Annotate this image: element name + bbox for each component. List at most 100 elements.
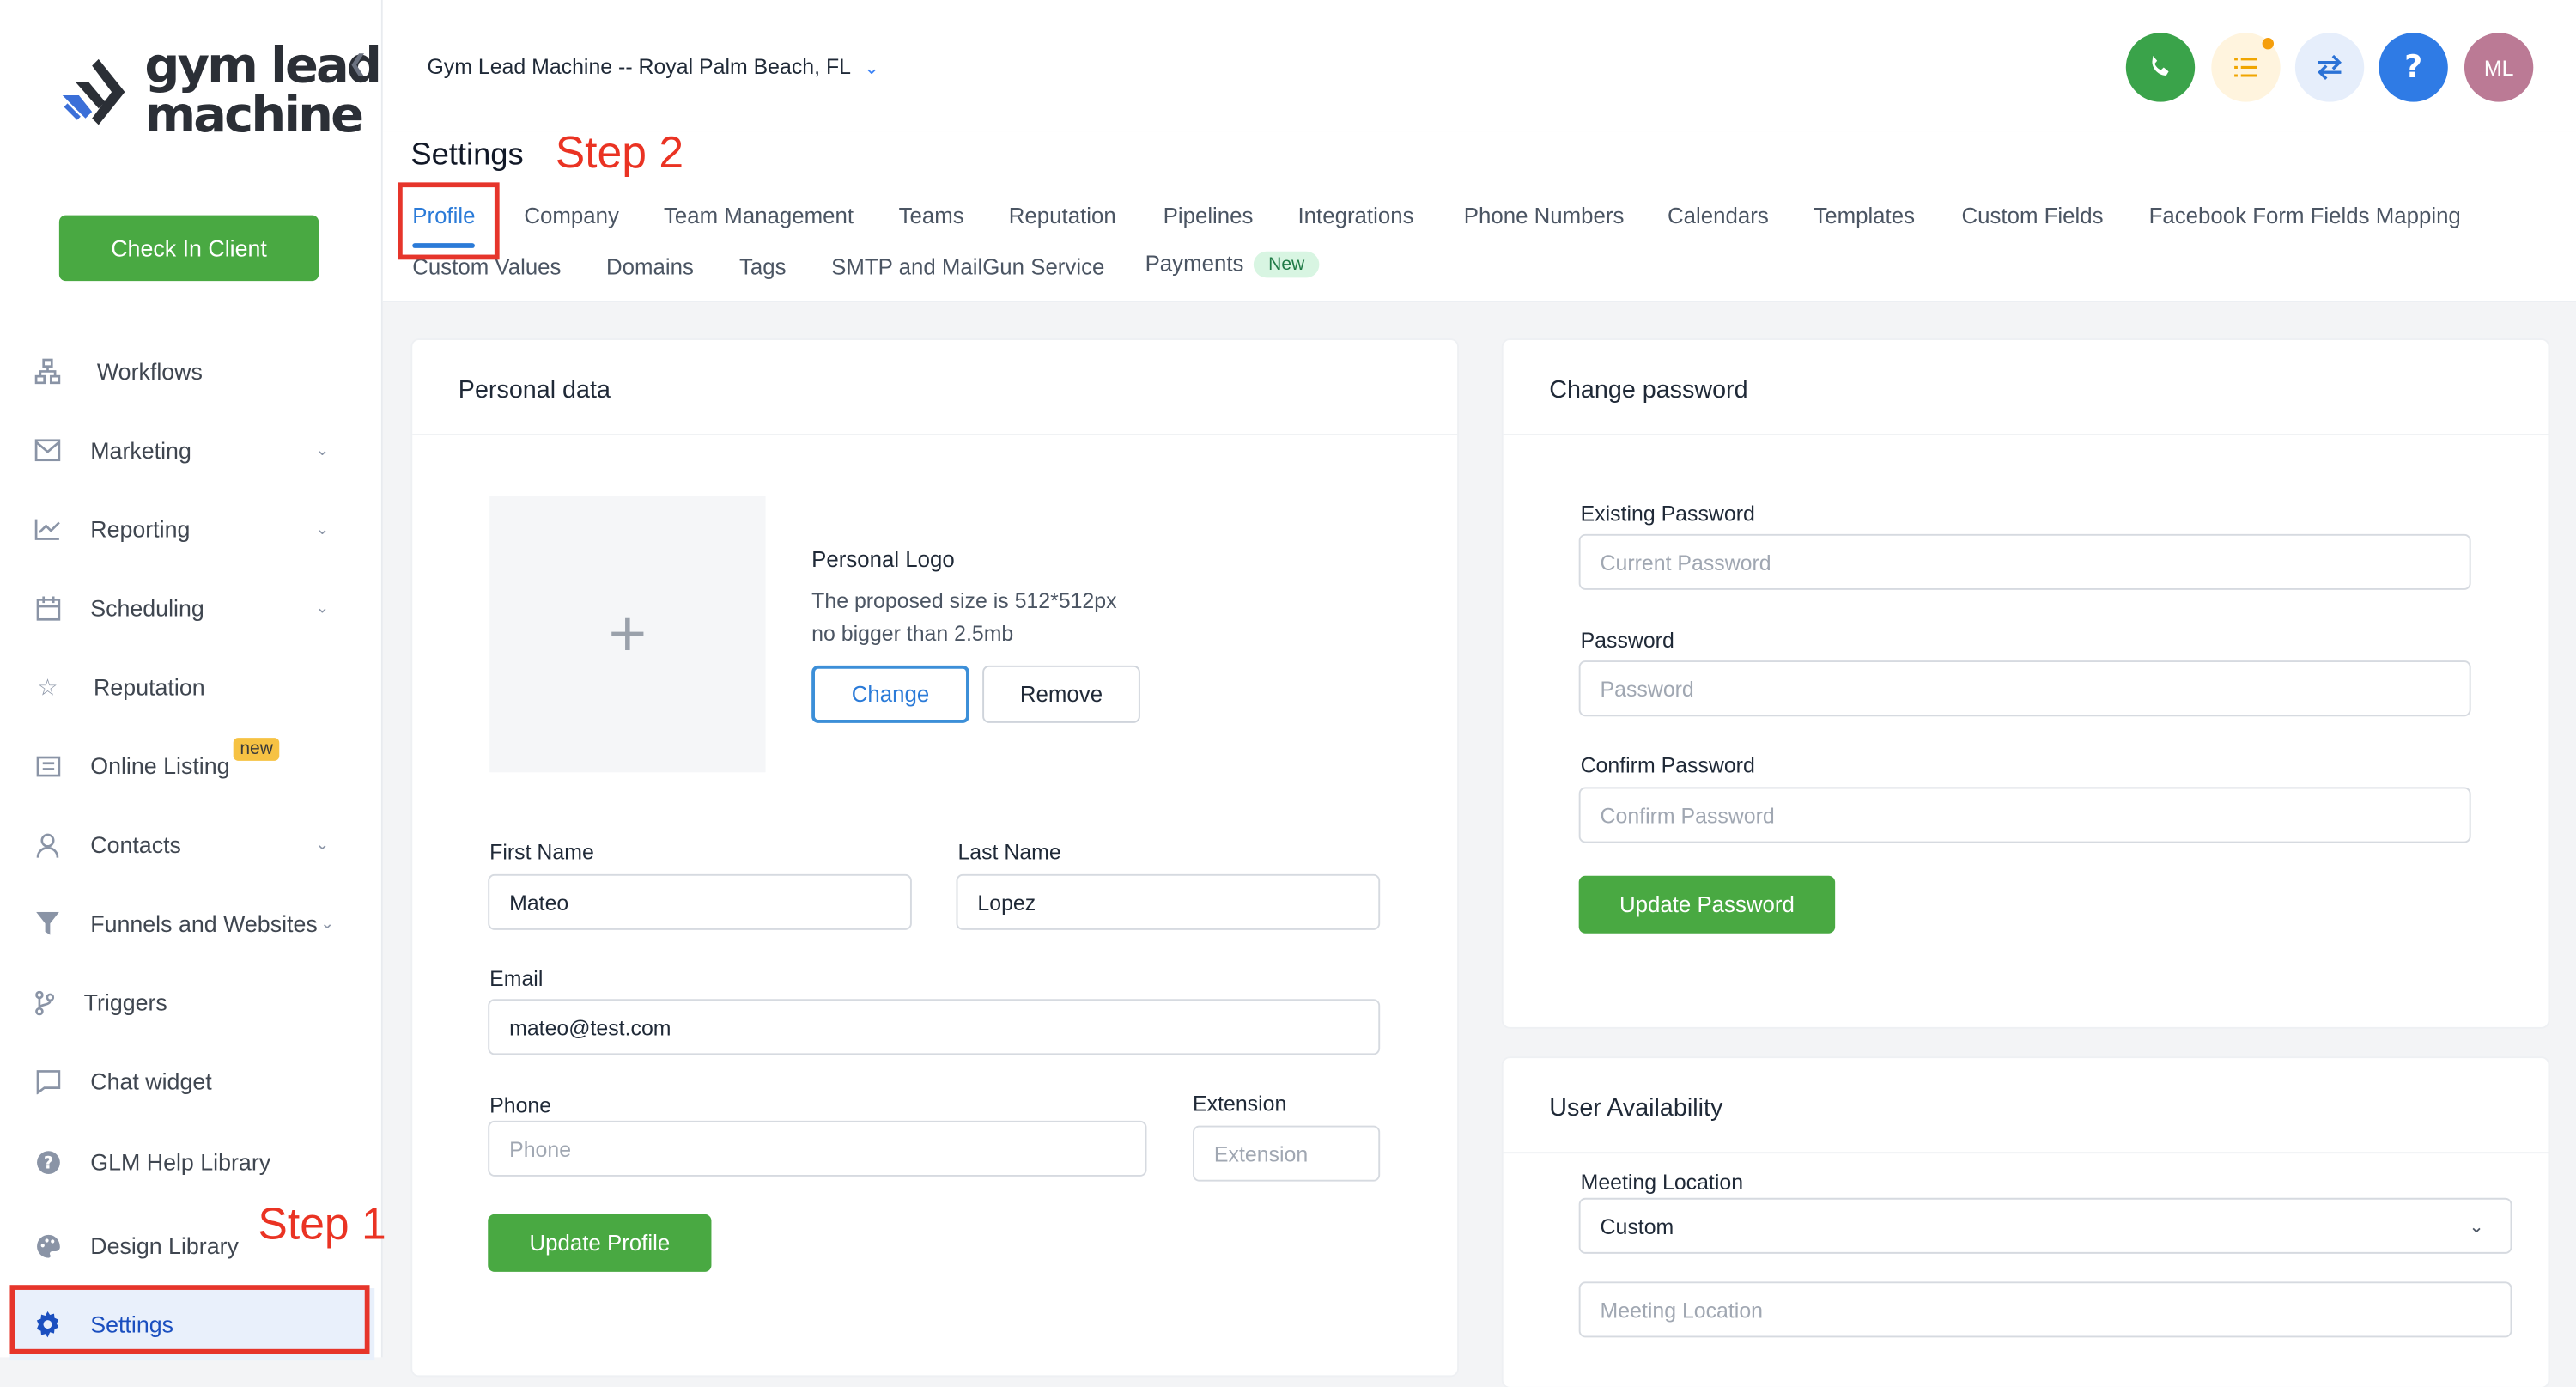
divider	[1503, 434, 2549, 436]
sidebar-item-online-listing[interactable]: Online Listing	[0, 727, 381, 806]
sidebar-item-label: Triggers	[83, 989, 167, 1016]
step2-label: Step 2	[555, 128, 684, 178]
email-input[interactable]: mateo@test.com	[488, 999, 1381, 1055]
step1-highlight-box	[9, 1285, 370, 1354]
sidebar-item-marketing[interactable]: Marketing ⌄	[0, 411, 381, 490]
sidebar-item-triggers[interactable]: Triggers	[0, 963, 381, 1042]
password-input[interactable]	[1578, 660, 2471, 717]
branch-icon	[29, 988, 58, 1017]
card-title: Personal data	[458, 376, 611, 405]
confirm-password-label: Confirm Password	[1580, 752, 1755, 777]
sidebar-item-label: Marketing	[90, 436, 191, 464]
existing-password-input[interactable]	[1578, 533, 2471, 590]
tab-integrations[interactable]: Integrations	[1298, 204, 1414, 228]
list-icon	[33, 751, 62, 780]
change-logo-button[interactable]: Change	[811, 665, 969, 723]
person-icon	[33, 830, 62, 859]
sidebar-item-scheduling[interactable]: Scheduling ⌄	[0, 569, 381, 648]
divider	[1503, 1152, 2549, 1154]
last-name-label: Last Name	[957, 839, 1061, 865]
sidebar-item-workflows[interactable]: Workflows	[0, 332, 381, 411]
last-name-input[interactable]: Lopez	[956, 873, 1381, 930]
sidebar-item-reporting[interactable]: Reporting ⌄	[0, 490, 381, 569]
tab-teams[interactable]: Teams	[899, 204, 964, 228]
sidebar-item-reputation[interactable]: ☆ Reputation	[0, 648, 381, 727]
sidebar-item-label: Reputation	[94, 673, 205, 701]
tab-payments-label: Payments	[1145, 251, 1244, 277]
chart-icon	[33, 514, 62, 544]
extension-input[interactable]	[1193, 1125, 1381, 1182]
update-profile-button[interactable]: Update Profile	[488, 1214, 712, 1272]
upload-logo-area[interactable]: +	[489, 496, 766, 773]
first-name-input[interactable]: Mateo	[488, 873, 912, 930]
tasks-icon	[2234, 58, 2257, 77]
personal-logo-title: Personal Logo	[811, 547, 955, 572]
sidebar-item-label: Online Listing	[90, 752, 230, 779]
avatar[interactable]: ML	[2464, 33, 2534, 102]
workflow-icon	[33, 356, 62, 386]
card-title: User Availability	[1549, 1094, 1723, 1122]
meeting-location-label: Meeting Location	[1580, 1170, 1744, 1195]
chevron-down-icon: ⌄	[864, 58, 879, 79]
chevron-down-icon: ⌄	[315, 520, 330, 538]
notification-dot	[2262, 38, 2275, 50]
phone-icon	[2152, 56, 2169, 76]
remove-logo-button[interactable]: Remove	[982, 665, 1140, 723]
password-label: Password	[1580, 627, 1674, 653]
tab-smtp-mailgun[interactable]: SMTP and MailGun Service	[831, 255, 1104, 280]
sidebar-item-funnels[interactable]: Funnels and Websites ⌄	[0, 884, 381, 963]
sidebar-item-label: Scheduling	[90, 594, 204, 622]
logo-size-hint: The proposed size is 512*512px	[811, 587, 1117, 613]
tab-calendars[interactable]: Calendars	[1668, 204, 1769, 228]
chevron-down-icon: ⌄	[320, 914, 335, 933]
tab-pipelines[interactable]: Pipelines	[1163, 204, 1254, 228]
help-button[interactable]: ?	[2379, 33, 2448, 102]
tab-templates[interactable]: Templates	[1814, 204, 1915, 228]
sidebar-item-help-library[interactable]: ? GLM Help Library	[0, 1121, 381, 1203]
meeting-location-input[interactable]	[1578, 1281, 2512, 1338]
update-password-button[interactable]: Update Password	[1578, 875, 1836, 934]
palette-icon	[33, 1231, 62, 1260]
logo-weight-hint: no bigger than 2.5mb	[811, 621, 1014, 646]
chevron-down-icon: ⌄	[315, 835, 330, 854]
settings-header: Settings Profile Company Team Management…	[382, 131, 2576, 303]
tab-team-management[interactable]: Team Management	[664, 204, 854, 228]
tab-custom-fields[interactable]: Custom Fields	[1961, 204, 2103, 228]
plus-icon: +	[608, 597, 647, 670]
sidebar-item-contacts[interactable]: Contacts ⌄	[0, 806, 381, 885]
sidebar-item-chat-widget[interactable]: Chat widget	[0, 1042, 381, 1121]
star-icon: ☆	[37, 672, 58, 700]
location-switcher[interactable]: Gym Lead Machine -- Royal Palm Beach, FL…	[427, 54, 878, 79]
app-logo[interactable]: gym lead machine	[56, 42, 382, 142]
phone-input[interactable]	[488, 1120, 1147, 1177]
user-availability-card: User Availability Meeting Location Custo…	[1503, 1058, 2549, 1387]
logo-mark-icon	[62, 58, 125, 125]
question-icon: ?	[2404, 49, 2423, 86]
switch-button[interactable]	[2294, 33, 2365, 102]
chevron-down-icon: ⌄	[2469, 1217, 2484, 1238]
tab-payments[interactable]: Payments New	[1145, 251, 1320, 278]
sidebar-item-label: Contacts	[90, 831, 181, 858]
tab-facebook-form-fields-mapping[interactable]: Facebook Form Fields Mapping	[2149, 204, 2461, 228]
tab-reputation[interactable]: Reputation	[1009, 204, 1116, 228]
sidebar-item-label: GLM Help Library	[90, 1148, 271, 1176]
page-title: Settings	[410, 137, 524, 173]
tab-phone-numbers[interactable]: Phone Numbers	[1464, 204, 1625, 228]
divider	[412, 434, 1458, 436]
tab-domains[interactable]: Domains	[606, 255, 694, 280]
confirm-password-input[interactable]	[1578, 787, 2471, 843]
chevron-down-icon: ⌄	[315, 599, 330, 617]
extension-label: Extension	[1193, 1091, 1287, 1116]
tasks-button[interactable]	[2211, 33, 2281, 102]
collapse-sidebar-icon[interactable]: ❮	[349, 49, 368, 77]
tab-company[interactable]: Company	[524, 204, 619, 228]
meeting-location-select[interactable]: Custom ⌄	[1578, 1197, 2512, 1254]
new-badge: New	[1253, 251, 1320, 278]
check-in-client-button[interactable]: Check In Client	[58, 215, 319, 282]
change-password-card: Change password Existing Password Passwo…	[1503, 340, 2549, 1027]
personal-data-card: Personal data + Personal Logo The propos…	[412, 340, 1458, 1376]
phone-button[interactable]	[2125, 33, 2196, 102]
existing-password-label: Existing Password	[1580, 501, 1755, 526]
location-name: Gym Lead Machine -- Royal Palm Beach, FL	[427, 54, 851, 79]
tab-tags[interactable]: Tags	[739, 255, 787, 280]
